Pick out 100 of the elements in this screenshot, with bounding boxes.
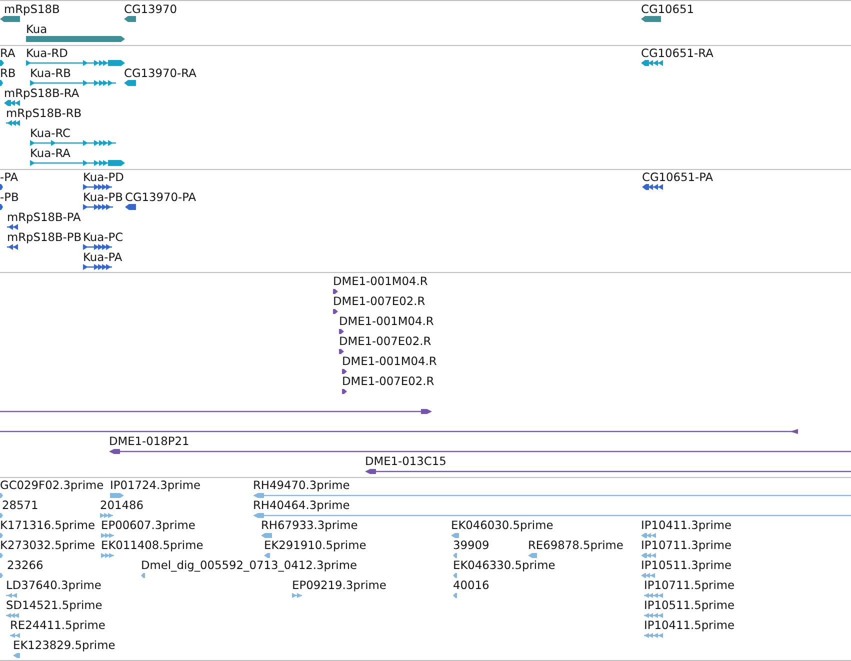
feature-label: SD14521.5prime (6, 598, 102, 612)
arrow-icon[interactable] (339, 348, 344, 354)
chevrons-icon[interactable] (6, 592, 17, 598)
chevrons-icon[interactable] (83, 264, 112, 270)
chevrons-icon[interactable] (641, 532, 656, 538)
feature-label: DME1-001M04.R (342, 354, 437, 368)
chevrons-icon[interactable] (83, 204, 113, 210)
arrow-bar[interactable] (26, 36, 125, 42)
arrow-line[interactable] (0, 408, 432, 414)
feature-label: Dmel_dig_005592_0713_0412.3prime (141, 558, 357, 572)
feature-label: DME1-001M04.R (339, 314, 434, 328)
feature-label: RH49470.3prime (253, 478, 350, 492)
exon-line[interactable] (30, 160, 125, 166)
arrow-icon[interactable] (124, 16, 136, 22)
arrow-icon[interactable] (342, 368, 347, 374)
feature-label: IP10411.5prime (644, 618, 735, 632)
feature-label: RE24411.5prime (10, 618, 106, 632)
exon-line[interactable] (26, 60, 125, 66)
feature-label: EP00607.3prime (101, 518, 196, 532)
feature-label: DME1-007E02.R (339, 334, 432, 348)
feature-label: EK123829.5prime (13, 638, 116, 652)
chevrons-icon[interactable] (101, 532, 114, 538)
exon-line[interactable] (30, 80, 116, 86)
feature-label: RB (0, 66, 16, 80)
chevrons-icon[interactable] (644, 592, 663, 598)
arrow-icon[interactable] (342, 388, 347, 394)
feature-label: CG10651-PA (642, 170, 714, 184)
feature-label: IP10711.3prime (641, 538, 732, 552)
chevrons-icon[interactable] (6, 120, 20, 126)
feature-label: IP10411.3prime (641, 518, 732, 532)
feature-label: 28571 (2, 498, 38, 512)
feature-label: DME1-018P21 (109, 434, 190, 448)
arrow-line[interactable] (0, 428, 798, 434)
feature-label: K171316.5prime (0, 518, 96, 532)
feature-label: RA (0, 46, 16, 60)
arrow-icon[interactable] (0, 204, 3, 210)
feature-label: Kua-PB (83, 190, 123, 204)
chevrons-icon[interactable] (642, 184, 663, 190)
chevrons-icon[interactable] (101, 552, 114, 558)
arrow-line[interactable] (109, 448, 851, 454)
feature-label: 40016 (453, 578, 490, 592)
chevrons-icon[interactable] (100, 512, 113, 518)
feature-label: IP01724.3prime (110, 478, 201, 492)
arrow-icon[interactable] (0, 184, 3, 190)
feature-label: Kua-PD (83, 170, 124, 184)
feature-label: CG10651 (641, 2, 694, 16)
feature-label: mRpS18B-RA (4, 86, 80, 100)
feature-label: mRpS18B-RB (6, 106, 82, 120)
chevrons-icon[interactable] (4, 100, 20, 106)
chevrons-icon[interactable] (6, 612, 19, 618)
arrow-icon[interactable] (125, 204, 136, 210)
feature-label: EK011408.5prime (101, 538, 204, 552)
feature-label: 201486 (100, 498, 144, 512)
feature-label: 39909 (453, 538, 490, 552)
chevrons-icon[interactable] (641, 60, 663, 66)
feature-label: CG13970-RA (124, 66, 196, 80)
feature-label: IP10511.3prime (641, 558, 732, 572)
chevrons-icon[interactable] (644, 632, 663, 638)
arrow-icon[interactable] (0, 80, 3, 86)
feature-label: CG13970 (124, 2, 178, 16)
chevrons-icon[interactable] (644, 612, 663, 618)
arrow-icon[interactable] (0, 16, 20, 22)
exon-line[interactable] (30, 140, 116, 146)
arrow-icon[interactable] (124, 80, 136, 86)
chevrons-icon[interactable] (83, 244, 112, 250)
chevrons-icon[interactable] (10, 632, 20, 638)
chevrons-icon[interactable] (641, 572, 655, 578)
feature-label: DME1-013C15 (365, 454, 446, 468)
feature-label: DME1-007E02.R (333, 294, 426, 308)
feature-label: Kua-RB (30, 66, 71, 80)
chevrons-icon[interactable] (641, 552, 656, 558)
chevrons-icon[interactable] (7, 244, 18, 250)
feature-label: DME1-007E02.R (342, 374, 434, 388)
feature-label: RE69878.5prime (528, 538, 624, 552)
feature-label: CG10651-RA (641, 46, 714, 60)
chevrons-icon[interactable] (292, 592, 302, 598)
feature-label: -PA (0, 170, 18, 184)
feature-label: RH67933.3prime (261, 518, 358, 532)
arrow-icon[interactable] (641, 16, 661, 22)
feature-label: LD37640.3prime (6, 578, 102, 592)
feature-label: CG13970-PA (125, 190, 196, 204)
feature-label: Kua-PA (83, 250, 122, 264)
feature-label: Kua-RD (26, 46, 68, 60)
arrow-line[interactable] (365, 468, 851, 474)
feature-label: RH40464.3prime (253, 498, 350, 512)
feature-label: 23266 (7, 558, 44, 572)
arrow-icon[interactable] (0, 60, 4, 66)
feature-label: mRpS18B-PA (7, 210, 81, 224)
feature-label: GC029F02.3prime (0, 478, 104, 492)
feature-label: DME1-001M04.R (333, 274, 428, 288)
chevrons-icon[interactable] (7, 224, 18, 230)
arrow-icon[interactable] (333, 308, 338, 314)
arrow-icon[interactable] (339, 328, 344, 334)
chevrons-icon[interactable] (83, 184, 112, 190)
feature-label: IP10711.5prime (644, 578, 735, 592)
feature-label: mRpS18B-PB (7, 230, 82, 244)
feature-label: EK046030.5prime (451, 518, 554, 532)
arrow-icon[interactable] (333, 288, 338, 294)
feature-label: mRpS18B (4, 2, 60, 16)
feature-label: IP10511.5prime (644, 598, 735, 612)
